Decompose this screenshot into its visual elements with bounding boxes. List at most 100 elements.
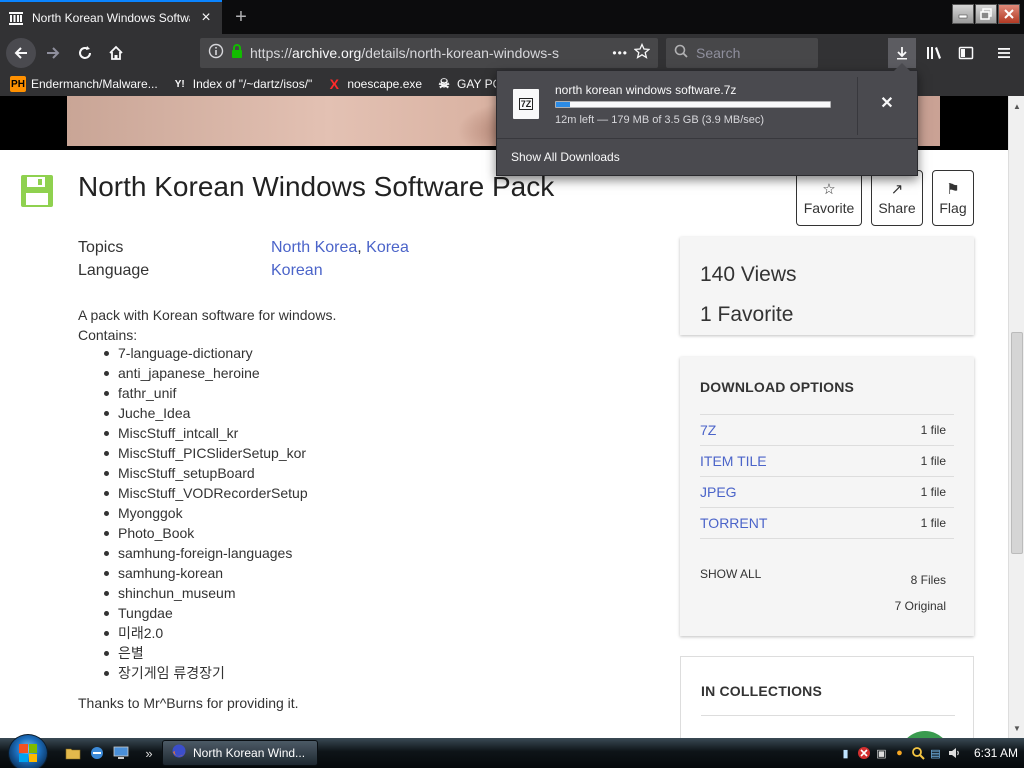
menu-button[interactable] [990,38,1018,68]
download-format-link[interactable]: JPEG [700,484,737,500]
skull-favicon-icon: ☠ [438,76,450,91]
share-button[interactable]: ↗ Share [871,170,923,226]
list-item: MiscStuff_setupBoard [104,463,308,483]
7z-file-icon: 7Z [513,89,539,119]
library-button[interactable] [920,38,948,68]
list-item: 장기게임 류경장기 [104,663,308,683]
close-window-button[interactable] [998,4,1020,24]
bookmark-item[interactable]: X noescape.exe [326,76,422,92]
browser-titlebar: North Korean Windows Software Pack × + [0,0,1024,34]
bookmark-item[interactable]: PH Endermanch/Malware... [10,76,158,92]
download-format-link[interactable]: 7Z [700,422,716,438]
reload-icon [79,46,91,59]
quicklaunch-ie-icon[interactable] [88,745,106,761]
taskbar-firefox-window[interactable]: North Korean Wind... [162,740,318,766]
sidebar-icon [958,46,974,60]
tray-security-alert-icon[interactable] [856,746,871,761]
page-actions-icon[interactable]: ••• [612,46,628,60]
favorite-button[interactable]: ☆ Favorite [796,170,862,226]
tray-volume-icon[interactable] [946,746,961,761]
secure-lock-icon[interactable] [230,43,244,64]
flag-button[interactable]: ⚑ Flag [932,170,974,226]
tab-close-icon[interactable]: × [198,10,214,26]
x-favicon-icon: X [329,76,339,92]
language-link[interactable]: Korean [271,262,323,280]
back-button[interactable] [6,38,36,68]
software-save-icon [20,174,54,208]
list-item: Myonggok [104,503,308,523]
search-icon [674,44,688,63]
bookmark-star-icon[interactable] [633,42,651,64]
tray-network-icon[interactable]: ▣ [874,746,889,761]
tab-active[interactable]: North Korean Windows Software Pack × [0,0,222,34]
scroll-up-arrow-icon[interactable]: ▲ [1009,98,1024,114]
home-icon [109,45,123,60]
sidebar-button[interactable] [952,38,980,68]
collection-badge[interactable] [899,731,951,738]
start-button[interactable] [8,734,48,768]
quicklaunch-overflow-icon[interactable]: » [140,745,158,761]
show-all-files-link[interactable]: SHOW ALL [700,567,761,581]
tray-document-icon[interactable]: ▮ [838,746,853,761]
cancel-download-icon[interactable]: ✕ [877,93,897,113]
scroll-thumb[interactable] [1011,332,1023,554]
download-option-row: TORRENT 1 file [700,508,954,539]
list-item: samhung-korean [104,563,308,583]
window-controls [952,4,1020,24]
download-option-row: 7Z 1 file [700,415,954,446]
tray-display-icon[interactable]: ▤ [928,746,943,761]
minimize-button[interactable] [952,4,974,24]
download-format-link[interactable]: TORRENT [700,515,767,531]
download-progress-fill [556,102,570,107]
download-progress-bar [555,101,831,108]
tray-app-icon[interactable]: ● [892,746,907,761]
url-text[interactable]: https://archive.org/details/north-korean… [250,45,606,61]
taskbar-clock[interactable]: 6:31 AM [974,746,1018,760]
file-type-label: 7Z [518,98,534,110]
url-bar[interactable]: https://archive.org/details/north-korean… [200,38,658,68]
favorites-count: 1 Favorite [700,303,794,326]
collections-panel: IN COLLECTIONS [680,656,974,738]
show-all-downloads-link[interactable]: Show All Downloads [511,150,620,164]
favorite-label: Favorite [803,200,855,216]
list-item: MiscStuff_VODRecorderSetup [104,483,308,503]
download-format-link[interactable]: ITEM TILE [700,453,767,469]
tray-search-icon[interactable] [910,746,925,761]
item-description: A pack with Korean software for windows.… [78,305,336,345]
download-options-panel: DOWNLOAD OPTIONS 7Z 1 file ITEM TILE 1 f… [680,357,974,636]
reload-button[interactable] [70,38,100,68]
page-scrollbar[interactable]: ▲ ▼ [1008,96,1024,738]
quicklaunch-desktop-icon[interactable] [112,745,130,761]
tab-title: North Korean Windows Software Pack [32,11,190,25]
search-input[interactable]: Search [696,45,740,61]
star-icon: ☆ [822,181,836,198]
info-icon[interactable] [208,43,224,64]
archive-favicon-icon [8,10,24,26]
thanks-text: Thanks to Mr^Burns for providing it. [78,695,299,711]
download-option-row: JPEG 1 file [700,477,954,508]
flag-icon: ⚑ [946,181,960,198]
list-item: Photo_Book [104,523,308,543]
bookmark-item[interactable]: Y! Index of "/~dartz/isos/" [172,76,313,92]
home-button[interactable] [101,38,131,68]
restore-button[interactable] [975,4,997,24]
forward-arrow-icon [47,47,60,59]
list-item: 7-language-dictionary [104,343,308,363]
pornhub-favicon-icon: PH [10,76,26,92]
downloads-panel: 7Z north korean windows software.7z 12m … [496,63,918,176]
topics-value: North Korea, Korea [271,239,409,257]
search-bar[interactable]: Search [666,38,818,68]
download-options-heading: DOWNLOAD OPTIONS [700,379,855,395]
forward-button[interactable] [38,38,68,68]
quicklaunch-folder-icon[interactable] [64,745,82,761]
scroll-down-arrow-icon[interactable]: ▼ [1009,720,1024,736]
download-filename[interactable]: north korean windows software.7z [555,83,736,97]
url-host: archive.org [292,45,362,61]
download-status: 12m left — 179 MB of 3.5 GB (3.9 MB/sec) [555,114,765,126]
new-tab-button[interactable]: + [228,4,254,30]
topic-link[interactable]: Korea [366,239,409,256]
back-arrow-icon [14,47,27,59]
download-file-count: 1 file [920,454,946,468]
topic-link[interactable]: North Korea [271,239,357,256]
hamburger-menu-icon [998,48,1010,58]
